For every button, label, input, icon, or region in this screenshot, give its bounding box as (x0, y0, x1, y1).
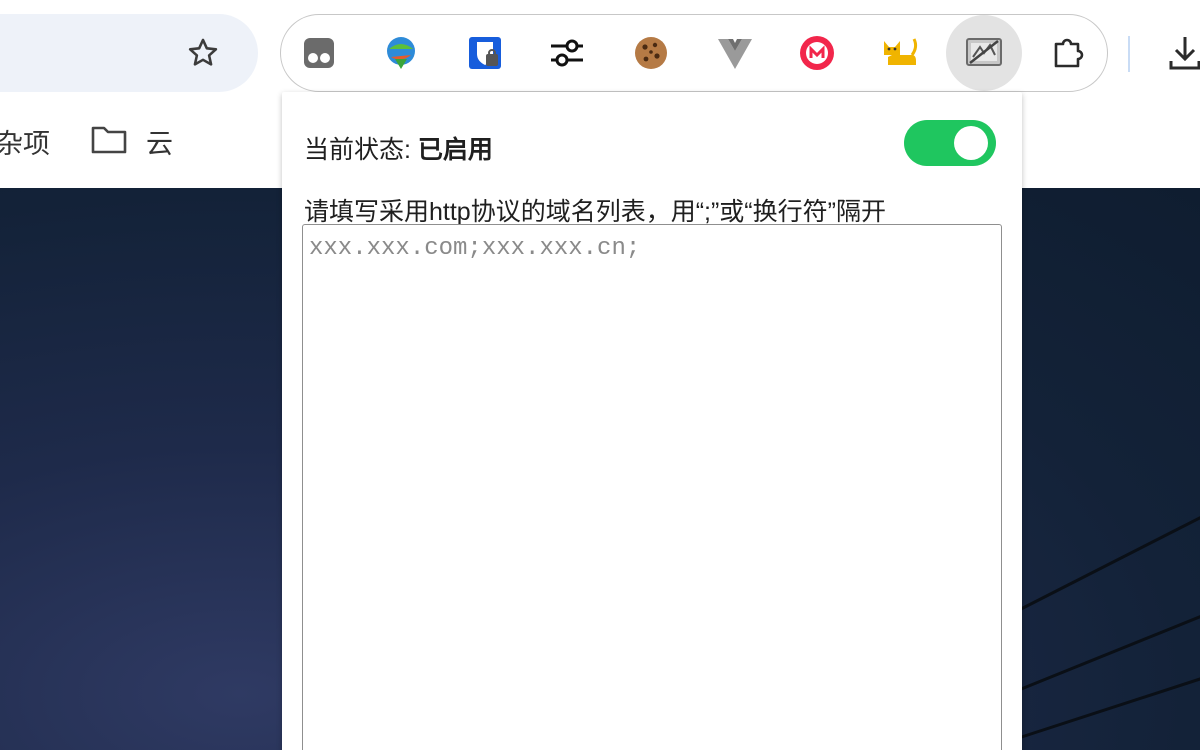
background-wire (1019, 590, 1200, 691)
internet-download-manager-icon (387, 37, 415, 69)
toggle-knob (954, 126, 988, 160)
cat-icon (884, 38, 918, 65)
extension-http-switch-button[interactable] (946, 15, 1022, 91)
domain-list-textarea[interactable] (302, 224, 1002, 750)
extension-popup: 当前状态: 已启用 请填写采用http协议的域名列表，用“;”或“换行符”隔开 (282, 92, 1022, 750)
extension-idm-button[interactable] (376, 28, 426, 78)
extension-vue-devtools-button[interactable] (710, 28, 760, 78)
bookmark-item-misc[interactable]: 杂项 (0, 122, 50, 161)
m-circle-icon (800, 36, 834, 70)
bookmark-item-cloud[interactable]: 云 (146, 122, 173, 161)
toolbar-separator (1128, 36, 1130, 72)
domain-list-instruction: 请填写采用http协议的域名列表，用“;”或“换行符”隔开 (304, 198, 886, 226)
background-wire (1019, 490, 1200, 611)
star-icon (188, 38, 218, 66)
extension-cookie-button[interactable] (626, 28, 676, 78)
cookie-icon (635, 37, 667, 69)
download-icon (1169, 37, 1200, 70)
puzzle-icon (1054, 38, 1084, 68)
http-switch-icon (966, 38, 1002, 66)
downloads-button[interactable] (1160, 28, 1200, 78)
extension-cat-button[interactable] (874, 28, 924, 78)
status-label: 当前状态: (304, 136, 411, 164)
sliders-icon (551, 39, 583, 67)
bitwarden-icon (469, 37, 501, 69)
extension-m-button[interactable] (792, 28, 842, 78)
bookmark-star-button[interactable] (180, 30, 226, 76)
extensions-menu-button[interactable] (1044, 28, 1094, 78)
extension-sliders-button[interactable] (542, 28, 592, 78)
folder-icon (91, 126, 127, 154)
vue-devtools-icon (718, 39, 752, 69)
tampermonkey-icon (304, 38, 334, 68)
status-value: 已启用 (417, 136, 493, 164)
extension-bitwarden-button[interactable] (460, 28, 510, 78)
extension-tampermonkey-button[interactable] (294, 28, 344, 78)
background-wire (1019, 655, 1200, 739)
status-row: 当前状态: 已启用 (304, 130, 493, 166)
enable-toggle[interactable] (904, 120, 996, 166)
